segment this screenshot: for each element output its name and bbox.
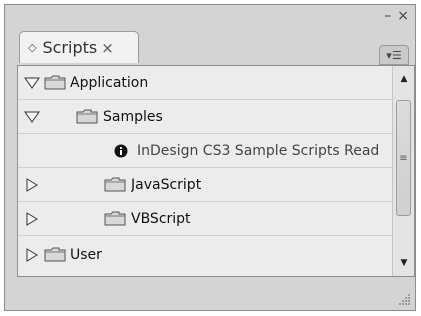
scripts-panel: – × ◇ Scripts × ▾☰ Application Samples I… — [4, 4, 416, 311]
folder-icon — [44, 75, 66, 90]
tree-item-readme[interactable]: InDesign CS3 Sample Scripts Read — [18, 134, 392, 168]
collapsed-triangle-icon[interactable] — [24, 248, 40, 262]
window-controls: – × — [384, 9, 409, 23]
resize-grip-icon[interactable] — [397, 292, 411, 306]
scroll-down-arrow-icon: ▼ — [400, 258, 408, 268]
tree-item-label: User — [70, 247, 102, 263]
vertical-scrollbar[interactable]: ▲ ≡ ▼ — [392, 66, 414, 276]
diamond-icon: ◇ — [28, 41, 37, 54]
folder-icon — [44, 247, 66, 262]
tree-item-label: VBScript — [131, 210, 191, 227]
close-button[interactable]: × — [397, 9, 409, 23]
scroll-up-button[interactable]: ▲ — [393, 68, 415, 90]
tree-item-user[interactable]: User — [18, 236, 392, 274]
minimize-button[interactable]: – — [384, 9, 391, 23]
tree-item-label: JavaScript — [131, 176, 202, 193]
expanded-triangle-icon[interactable] — [24, 76, 40, 90]
scroll-up-arrow-icon: ▲ — [400, 74, 408, 84]
tree-item-label: Samples — [103, 108, 163, 125]
folder-icon — [104, 177, 126, 192]
tab-close-button[interactable]: × — [101, 39, 114, 57]
folder-icon — [76, 109, 98, 124]
expanded-triangle-icon[interactable] — [24, 110, 40, 124]
tab-label: Scripts — [42, 38, 98, 57]
grip-icon: ≡ — [399, 152, 408, 164]
tree-item-samples[interactable]: Samples — [18, 100, 392, 134]
panel-menu-button[interactable]: ▾☰ — [379, 45, 409, 65]
tree-view: Application Samples InDesign CS3 Sample … — [17, 65, 415, 277]
folder-icon — [104, 211, 126, 226]
info-icon — [114, 144, 128, 158]
panel-menu-icon: ▾☰ — [386, 48, 402, 62]
collapsed-triangle-icon[interactable] — [24, 212, 40, 226]
tree-item-javascript[interactable]: JavaScript — [18, 168, 392, 202]
scrollbar-thumb[interactable]: ≡ — [396, 100, 411, 216]
collapsed-triangle-icon[interactable] — [24, 178, 40, 192]
tree-item-vbscript[interactable]: VBScript — [18, 202, 392, 236]
tree-item-application[interactable]: Application — [18, 66, 392, 100]
scroll-down-button[interactable]: ▼ — [393, 252, 415, 274]
tree-item-label: Application — [70, 74, 149, 91]
tab-scripts[interactable]: ◇ Scripts × — [19, 31, 139, 63]
tree-list: Application Samples InDesign CS3 Sample … — [18, 66, 392, 276]
tree-item-label: InDesign CS3 Sample Scripts Read — [137, 142, 380, 159]
